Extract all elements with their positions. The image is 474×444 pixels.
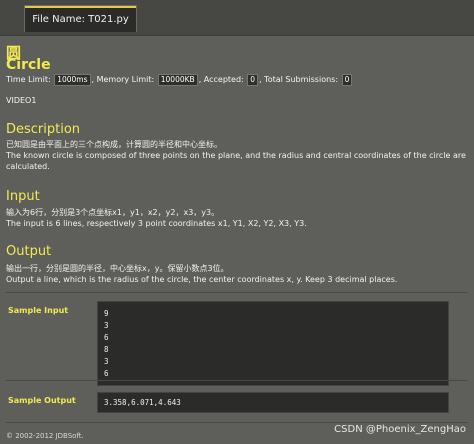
file-name-tab[interactable]: File Name: T021.py <box>24 5 137 32</box>
problem-title-en: Circle <box>6 57 51 73</box>
sample-input-line: 8 <box>104 345 109 354</box>
sample-input-line: 9 <box>104 309 109 318</box>
description-text-en: The known circle is composed of three po… <box>6 151 466 171</box>
time-limit-value: 1000ms <box>54 74 91 86</box>
video-label: VIDEO1 <box>6 96 37 105</box>
top-tab-bar: File Name: T021.py <box>0 0 474 36</box>
submissions-value: 0 <box>341 74 353 86</box>
output-heading: Output <box>6 244 52 259</box>
submissions-label: , Total Submissions: <box>259 75 339 84</box>
sample-output-label: Sample Output <box>8 396 76 405</box>
input-text-en: The input is 6 lines, respectively 3 poi… <box>6 219 307 228</box>
csdn-watermark: CSDN @Phoenix_ZengHao <box>334 424 466 435</box>
sample-divider <box>6 380 468 381</box>
section-divider <box>6 292 468 293</box>
input-heading: Input <box>6 189 40 204</box>
sample-input-line: 3 <box>104 321 109 330</box>
description-heading: Description <box>6 122 81 137</box>
memory-limit-value: 10000KB <box>157 74 198 86</box>
problem-limits: Time Limit: 1000ms, Memory Limit: 10000K… <box>6 74 353 86</box>
sample-output-box[interactable]: 3.358,6.071,4.643 <box>97 392 449 413</box>
time-limit-label: Time Limit: <box>6 75 51 84</box>
accepted-label: , Accepted: <box>198 75 244 84</box>
output-text-en: Output a line, which is the radius of th… <box>6 275 398 284</box>
sample-input-label: Sample Input <box>8 306 69 315</box>
sample-input-line: 6 <box>104 369 109 378</box>
footer-divider <box>6 422 468 423</box>
sample-input-line: 3 <box>104 357 109 366</box>
output-text-cn: 输出一行，分别是圆的半径，中心坐标x，y。保留小数点3位。 <box>6 264 229 273</box>
tab-accent-line <box>25 6 136 8</box>
memory-limit-label: , Memory Limit: <box>91 75 155 84</box>
sample-input-line: 6 <box>104 333 109 342</box>
sample-output-line: 3.358,6.071,4.643 <box>104 398 181 407</box>
input-text-cn: 输入为6行，分别是3个点坐标x1，y1，x2，y2，x3，y3。 <box>6 208 220 217</box>
accepted-value: 0 <box>247 74 259 86</box>
footer-copyright: © 2002-2012 JDBSoft. <box>6 432 84 440</box>
file-name-label: File Name: T021.py <box>32 14 129 25</box>
sample-input-box[interactable]: 9 3 6 8 3 6 <box>97 301 449 386</box>
description-text-cn: 已知圆是由平面上的三个点构成，计算圆的半径和中心坐标。 <box>6 140 222 149</box>
